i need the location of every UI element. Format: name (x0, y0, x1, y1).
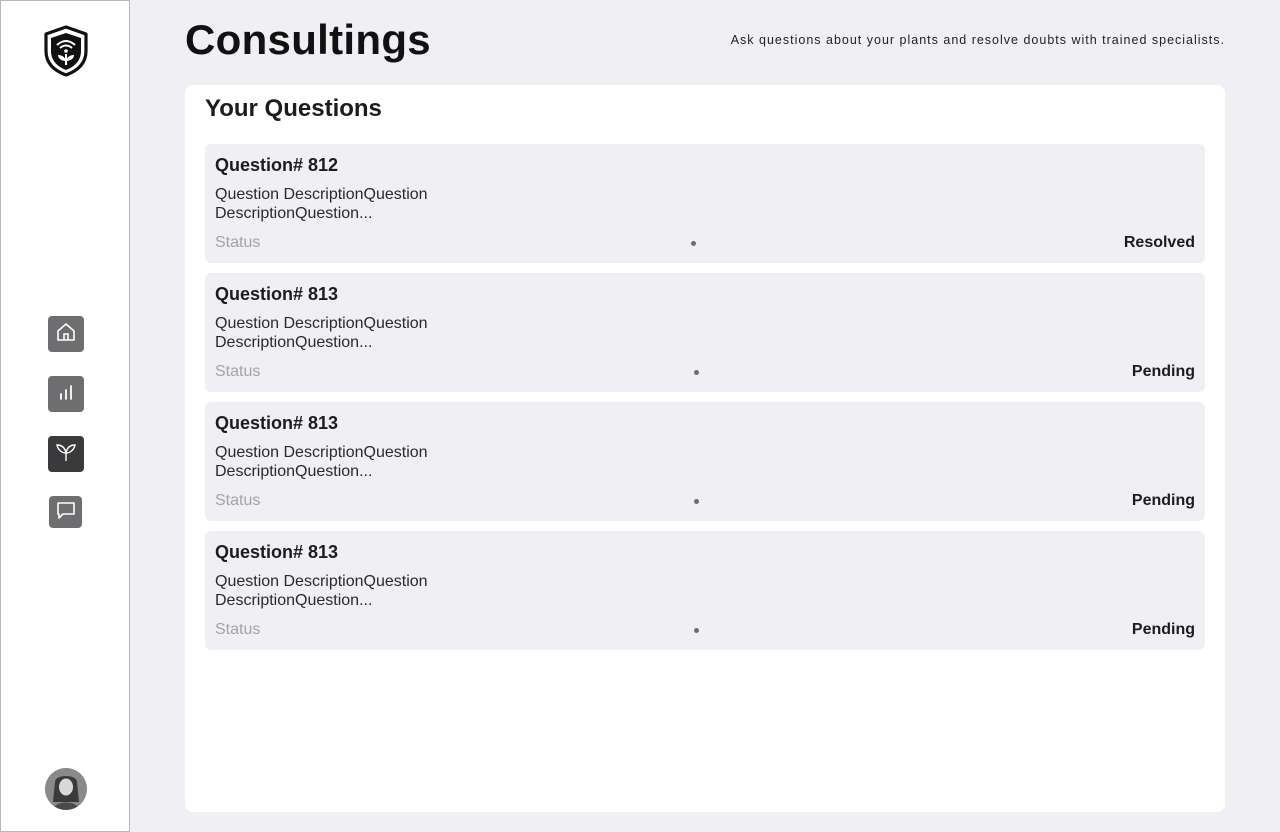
question-list: Question# 812 Question DescriptionQuesti… (205, 144, 1205, 660)
status-label: Status (215, 492, 261, 509)
home-icon (54, 320, 78, 349)
nav-plants-button[interactable] (48, 436, 84, 472)
status-dot-icon (694, 628, 699, 633)
status-label: Status (215, 621, 261, 638)
question-description: Question DescriptionQuestion Description… (215, 444, 428, 480)
panel-title: Your Questions (205, 95, 382, 122)
question-description: Question DescriptionQuestion Description… (215, 186, 428, 222)
question-card[interactable]: Question# 813 Question DescriptionQuesti… (205, 402, 1205, 521)
questions-panel: Your Questions Question# 812 Question De… (185, 85, 1225, 812)
question-description: Question DescriptionQuestion Description… (215, 573, 428, 609)
user-avatar[interactable] (45, 768, 87, 810)
status-dot-icon (694, 370, 699, 375)
question-title: Question# 813 (215, 413, 339, 433)
question-card[interactable]: Question# 813 Question DescriptionQuesti… (205, 531, 1205, 650)
question-title: Question# 812 (215, 155, 339, 175)
nav-consultings-button[interactable] (49, 496, 82, 528)
page-subtitle: Ask questions about your plants and reso… (730, 33, 1225, 47)
status-badge: Resolved (1123, 234, 1195, 251)
chat-icon (54, 498, 78, 527)
status-dot-icon (694, 499, 699, 504)
shield-plant-logo-icon[interactable] (43, 25, 89, 77)
question-card[interactable]: Question# 813 Question DescriptionQuesti… (205, 273, 1205, 392)
sidebar (0, 0, 130, 832)
status-label: Status (215, 363, 261, 380)
status-dot-icon (691, 241, 696, 246)
status-label: Status (215, 234, 261, 251)
status-badge: Pending (1131, 621, 1195, 638)
question-title: Question# 813 (215, 542, 339, 562)
question-card[interactable]: Question# 812 Question DescriptionQuesti… (205, 144, 1205, 263)
page-title: Consultings (185, 16, 431, 63)
question-description: Question DescriptionQuestion Description… (215, 315, 428, 351)
bar-chart-icon (54, 380, 78, 409)
nav-stats-button[interactable] (48, 376, 84, 412)
status-badge: Pending (1131, 363, 1195, 380)
status-badge: Pending (1131, 492, 1195, 509)
nav-home-button[interactable] (48, 316, 84, 352)
plant-icon (54, 440, 78, 469)
question-title: Question# 813 (215, 284, 339, 304)
